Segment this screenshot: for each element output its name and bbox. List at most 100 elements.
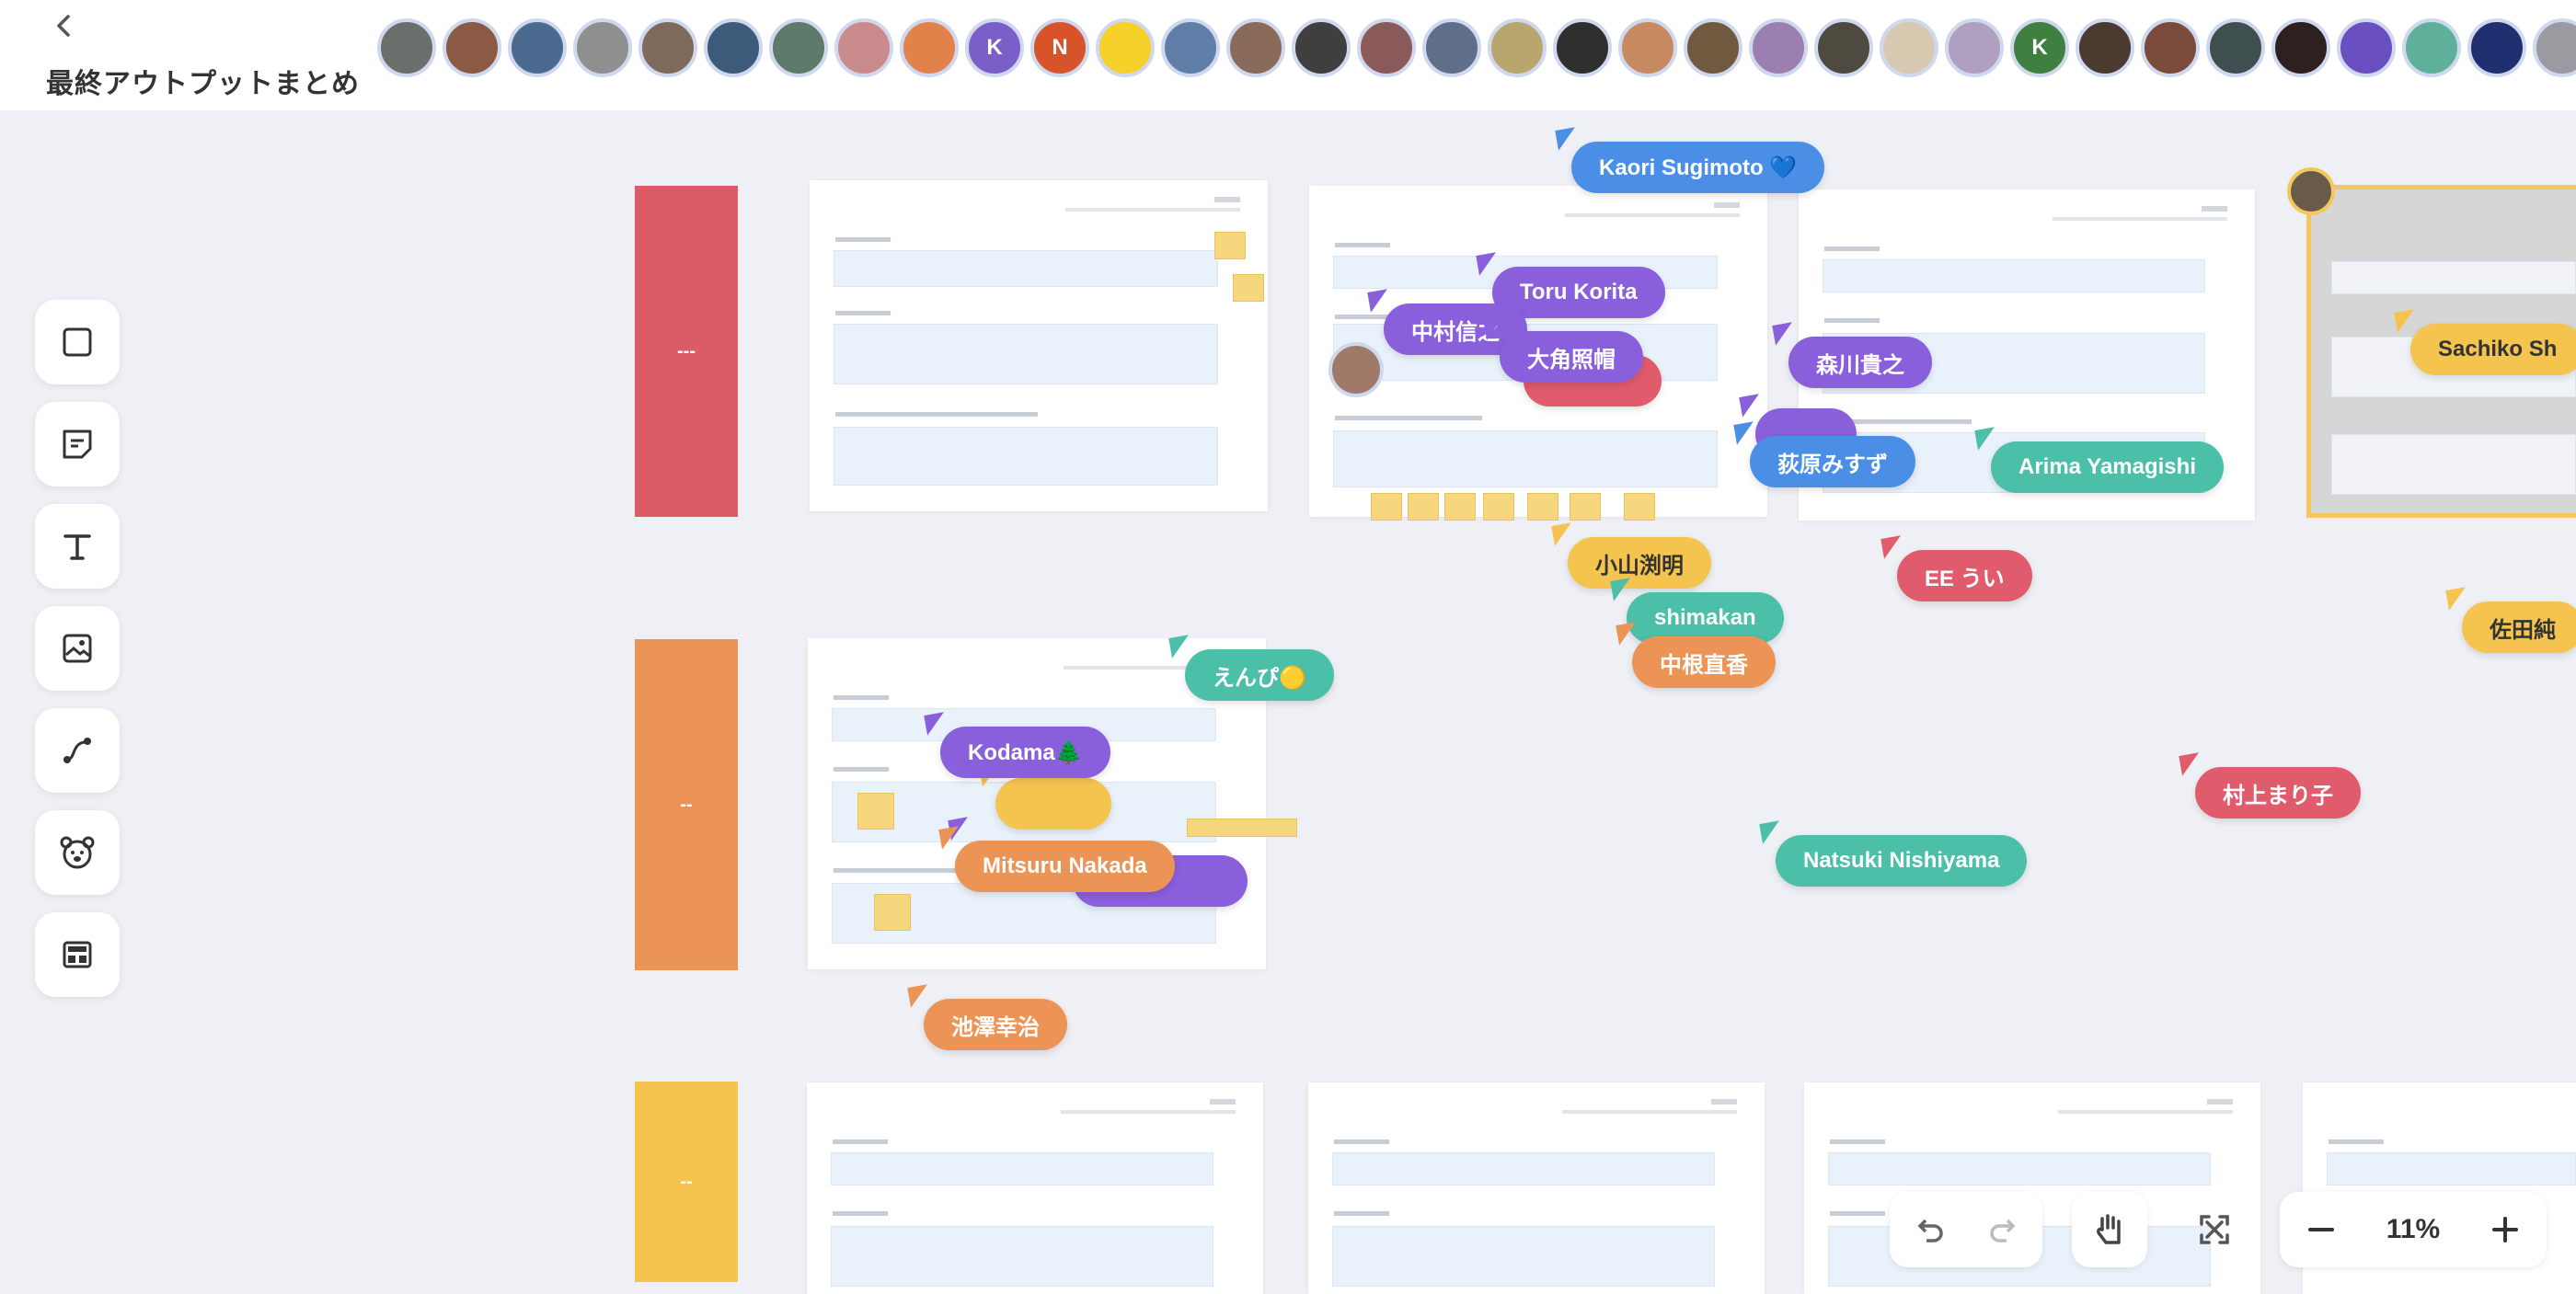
minus-icon — [2308, 1228, 2335, 1231]
sticky-note[interactable] — [874, 894, 911, 931]
sticky-note[interactable] — [1233, 274, 1264, 302]
template-tool-icon — [63, 941, 92, 968]
fit-screen-icon — [2200, 1215, 2229, 1244]
collaborator-avatar[interactable] — [638, 18, 697, 77]
collaborator-avatar[interactable] — [1292, 18, 1351, 77]
collaborator-avatar[interactable] — [2467, 18, 2526, 77]
zoom-in-button[interactable] — [2487, 1211, 2524, 1248]
collaborator-avatar[interactable] — [2337, 18, 2396, 77]
cursor-label: 森川貴之 — [1788, 337, 1932, 388]
cursor-label — [995, 778, 1111, 830]
sticky-note[interactable] — [1408, 493, 1439, 521]
collaborator-avatar[interactable] — [1226, 18, 1285, 77]
collaborator-avatar[interactable] — [2206, 18, 2265, 77]
cursor-label: 池澤幸治 — [924, 999, 1067, 1050]
collaborator-avatar[interactable] — [1814, 18, 1873, 77]
collaborator-avatar[interactable] — [1488, 18, 1547, 77]
redo-icon — [1989, 1219, 2015, 1242]
row-label-1[interactable]: --- — [635, 186, 738, 517]
cursor-label: Mitsuru Nakada — [955, 841, 1175, 892]
back-button[interactable] — [44, 6, 85, 46]
collaborator-avatar[interactable] — [1422, 18, 1481, 77]
cursor-label: 佐田純 — [2462, 601, 2576, 653]
sticky-note[interactable] — [1371, 493, 1402, 521]
avatar — [1328, 342, 1384, 397]
connector-tool[interactable] — [35, 708, 120, 793]
collaborator-avatar[interactable] — [1161, 18, 1220, 77]
sticky-note[interactable] — [857, 793, 894, 830]
undo-button[interactable] — [1910, 1211, 1947, 1248]
sticky-note[interactable] — [1483, 493, 1514, 521]
collaborator-avatar[interactable]: K — [965, 18, 1024, 77]
collaborator-avatar[interactable] — [1553, 18, 1612, 77]
text-tool[interactable] — [35, 504, 120, 589]
cursor-label: Natsuki Nishiyama — [1776, 835, 2028, 887]
collaborator-avatar[interactable] — [1618, 18, 1677, 77]
zoom-level[interactable]: 11% — [2386, 1214, 2440, 1245]
rectangle-tool-icon — [63, 327, 92, 357]
stamp-tool-icon — [60, 836, 95, 869]
collaborator-avatar[interactable] — [834, 18, 893, 77]
image-tool-icon — [63, 634, 92, 663]
redo-button[interactable] — [1986, 1211, 2023, 1248]
template-tool[interactable] — [35, 912, 120, 997]
collaborator-avatar[interactable] — [443, 18, 501, 77]
collaborator-avatar[interactable] — [1749, 18, 1808, 77]
plus-icon — [2491, 1217, 2518, 1242]
row-label-2[interactable]: -- — [635, 639, 738, 970]
collaborator-avatar[interactable] — [1880, 18, 1938, 77]
row-label-3[interactable]: -- — [635, 1082, 738, 1282]
fit-screen-button[interactable] — [2177, 1192, 2252, 1267]
collaborator-avatar[interactable] — [1945, 18, 2004, 77]
collaborator-avatar[interactable] — [2271, 18, 2330, 77]
cursor-label: Kodama🌲 — [940, 727, 1110, 778]
document-card[interactable] — [807, 1082, 1263, 1294]
undo-redo-group — [1890, 1192, 2042, 1267]
top-bar: 最終アウトプットまとめ KNK — [0, 0, 2576, 110]
cursor-label: Sachiko Sh — [2410, 324, 2576, 375]
cursor-label: Kaori Sugimoto 💙 — [1571, 142, 1825, 193]
sticky-note[interactable] — [1570, 493, 1601, 521]
cursor-label: えんぴ🟡 — [1185, 649, 1334, 701]
connector-tool-icon — [63, 738, 91, 763]
collaborator-avatar[interactable] — [508, 18, 567, 77]
collaborator-avatar[interactable] — [900, 18, 959, 77]
collaborator-avatar[interactable] — [704, 18, 763, 77]
collaborator-avatar[interactable] — [2402, 18, 2461, 77]
board-title: 最終アウトプットまとめ — [46, 69, 360, 99]
hand-icon — [2097, 1214, 2121, 1244]
sticky-note-tool[interactable] — [35, 402, 120, 487]
cursor-label: 小山渕明 — [1568, 537, 1711, 589]
zoom-controls: 11% — [2280, 1192, 2547, 1267]
collaborator-avatar[interactable] — [2533, 18, 2576, 77]
collaborator-avatar[interactable] — [2141, 18, 2200, 77]
hand-tool[interactable] — [2072, 1192, 2147, 1267]
sticky-note[interactable] — [1444, 493, 1476, 521]
rectangle-tool[interactable] — [35, 300, 120, 384]
sticky-note[interactable] — [1624, 493, 1655, 521]
stamp-tool[interactable] — [35, 810, 120, 895]
cursor-label: 大角照帽 — [1500, 331, 1643, 383]
zoom-out-button[interactable] — [2303, 1211, 2340, 1248]
avatar — [2287, 167, 2335, 215]
sticky-note[interactable] — [1214, 232, 1246, 259]
image-tool[interactable] — [35, 606, 120, 691]
collaborator-avatar[interactable] — [1684, 18, 1742, 77]
collaborator-avatar[interactable] — [377, 18, 436, 77]
collaborator-avatar[interactable] — [769, 18, 828, 77]
collaborator-avatar[interactable] — [573, 18, 632, 77]
document-card[interactable] — [810, 180, 1268, 511]
collaborator-avatar[interactable] — [1357, 18, 1416, 77]
collaborator-avatar[interactable] — [2076, 18, 2134, 77]
collaborator-avatar[interactable]: K — [2010, 18, 2069, 77]
sticky-note-tool-icon — [63, 429, 92, 459]
sticky-note[interactable] — [1527, 493, 1558, 521]
collaborator-avatar[interactable] — [1096, 18, 1155, 77]
document-card[interactable] — [1308, 1082, 1765, 1294]
sticky-note[interactable] — [1187, 819, 1297, 837]
cursor-label: 中根直香 — [1632, 636, 1776, 688]
cursor-label: 村上まり子 — [2195, 767, 2361, 819]
undo-icon — [1917, 1219, 1943, 1242]
cursor-label: EE うい — [1897, 550, 2032, 601]
collaborator-avatar[interactable]: N — [1030, 18, 1089, 77]
